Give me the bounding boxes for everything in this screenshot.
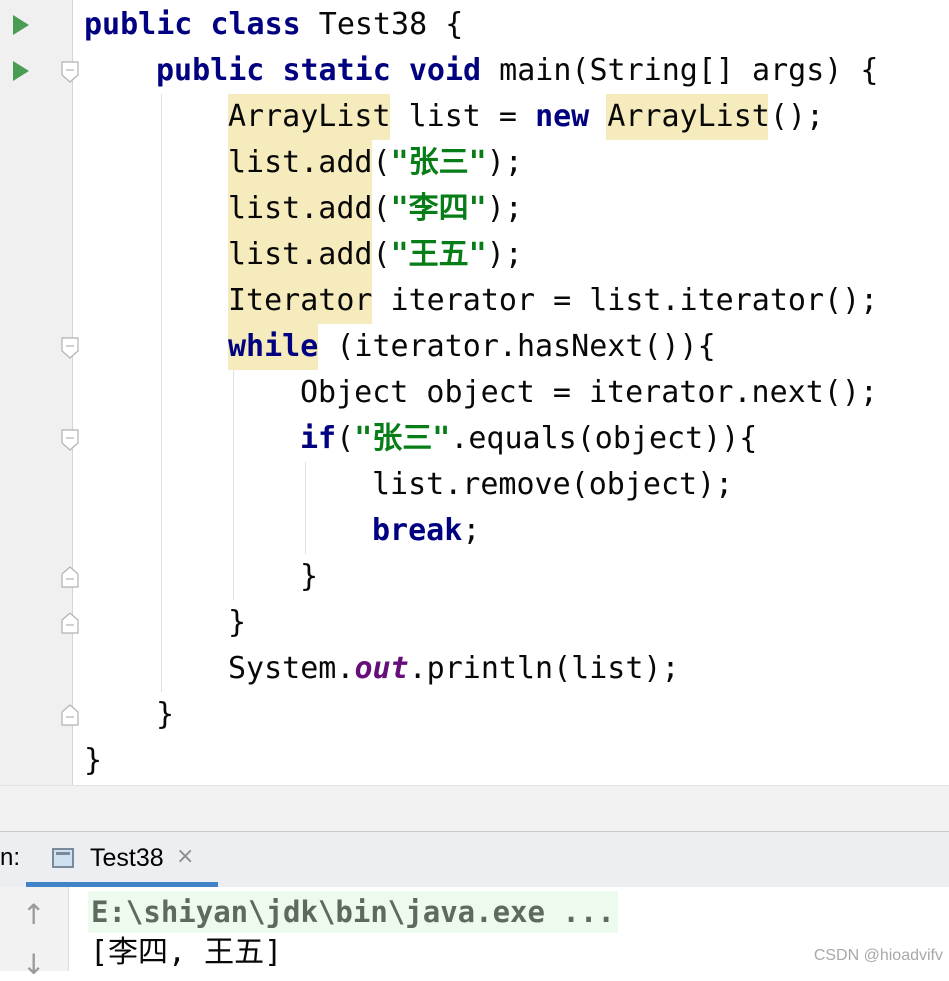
code-text: (); xyxy=(769,99,825,134)
code-text: list = xyxy=(390,99,536,134)
code-text: ( xyxy=(372,191,391,226)
code-line: } xyxy=(84,738,102,784)
code-line: list.add("李四"); xyxy=(228,186,523,232)
run-tool-window-header: n: Test38 × xyxy=(0,831,949,888)
code-text: Test38 { xyxy=(300,7,464,42)
run-triangle-icon[interactable] xyxy=(13,61,29,81)
console-output-line: [李四, 王五] xyxy=(90,935,283,970)
code-line: } xyxy=(228,600,246,646)
string-literal: "张三" xyxy=(390,145,487,180)
code-line: break; xyxy=(372,508,480,554)
code-line: Iterator iterator = list.iterator(); xyxy=(228,278,878,324)
indent-guide xyxy=(161,94,162,692)
run-triangle-icon[interactable] xyxy=(13,15,29,35)
type-name: Iterator xyxy=(228,283,373,318)
code-text: ( xyxy=(372,237,391,272)
tab-label: Test38 xyxy=(90,844,164,872)
indent-guide xyxy=(305,462,306,554)
static-field: out xyxy=(354,651,409,686)
code-editor[interactable]: public class Test38 { public static void… xyxy=(0,0,949,785)
console-toolbar: ↑ ↓ xyxy=(0,887,69,979)
code-text: } xyxy=(300,559,319,594)
code-line: while (iterator.hasNext()){ xyxy=(228,324,716,370)
fold-open-icon[interactable] xyxy=(61,429,79,451)
editor-gutter xyxy=(0,0,79,785)
code-line: list.add("张三"); xyxy=(228,140,523,186)
code-text: System. xyxy=(228,651,355,686)
string-literal: "王五" xyxy=(390,237,487,272)
close-icon[interactable]: × xyxy=(176,844,194,869)
code-text: ); xyxy=(486,145,523,180)
code-text: iterator = list.iterator(); xyxy=(372,283,879,318)
keyword: new xyxy=(535,99,590,134)
code-line: } xyxy=(300,554,318,600)
code-text: .equals(object)){ xyxy=(450,421,758,456)
arrow-up-icon[interactable]: ↑ xyxy=(22,901,45,929)
code-text: ); xyxy=(486,237,523,272)
code-line: public static void main(String[] args) { xyxy=(156,48,878,94)
code-text: .println(list); xyxy=(408,651,680,686)
code-text: } xyxy=(84,743,103,778)
code-text: list.add xyxy=(228,145,373,180)
code-line: public class Test38 { xyxy=(84,2,463,48)
code-line: } xyxy=(156,692,174,738)
code-text: ( xyxy=(372,145,391,180)
keyword: public xyxy=(84,7,193,42)
fold-open-icon[interactable] xyxy=(61,61,79,83)
code-text: } xyxy=(156,697,175,732)
code-text: } xyxy=(228,605,247,640)
code-text: ; xyxy=(462,513,481,548)
code-line: ArrayList list = new ArrayList(); xyxy=(228,94,824,140)
console-tab-icon xyxy=(52,848,74,868)
code-line: System.out.println(list); xyxy=(228,646,680,692)
code-text: (iterator.hasNext()){ xyxy=(318,329,716,364)
string-literal: "李四" xyxy=(390,191,487,226)
code-text: list.add xyxy=(228,237,373,272)
indent-guide xyxy=(233,370,234,600)
keyword: break xyxy=(372,513,463,548)
code-text: Object object = iterator.next(); xyxy=(300,375,878,410)
string-literal: "张三" xyxy=(354,421,451,456)
code-text: ); xyxy=(486,191,523,226)
tab-test38[interactable]: Test38 × xyxy=(26,832,218,887)
console-output[interactable]: ↑ ↓ E:\shiyan\jdk\bin\java.exe ... [李四, … xyxy=(0,887,949,979)
console-command-line: E:\shiyan\jdk\bin\java.exe ... xyxy=(88,891,618,933)
run-label: n: xyxy=(0,844,21,871)
arrow-down-icon[interactable]: ↓ xyxy=(22,951,45,979)
keyword: if xyxy=(300,421,337,456)
code-line: if("张三".equals(object)){ xyxy=(300,416,757,462)
fold-open-icon[interactable] xyxy=(61,337,79,359)
type-name: ArrayList xyxy=(228,99,391,134)
code-line: list.remove(object); xyxy=(372,462,733,508)
fold-close-icon[interactable] xyxy=(61,704,79,726)
code-text: list.remove(object); xyxy=(372,467,734,502)
keyword: public xyxy=(156,53,265,88)
fold-close-icon[interactable] xyxy=(61,566,79,588)
keyword: static xyxy=(282,53,391,88)
type-name: ArrayList xyxy=(607,99,770,134)
keyword: while xyxy=(228,329,319,364)
keyword: class xyxy=(210,7,301,42)
watermark: CSDN @hioadvifv xyxy=(813,947,943,964)
code-text: ( xyxy=(336,421,355,456)
editor-bottom-strip xyxy=(0,785,949,832)
fold-close-icon[interactable] xyxy=(61,612,79,634)
code-line: list.add("王五"); xyxy=(228,232,523,278)
code-text: main(String[] args) { xyxy=(481,53,879,88)
code-line: Object object = iterator.next(); xyxy=(300,370,878,416)
keyword: void xyxy=(408,53,482,88)
code-text: list.add xyxy=(228,191,373,226)
